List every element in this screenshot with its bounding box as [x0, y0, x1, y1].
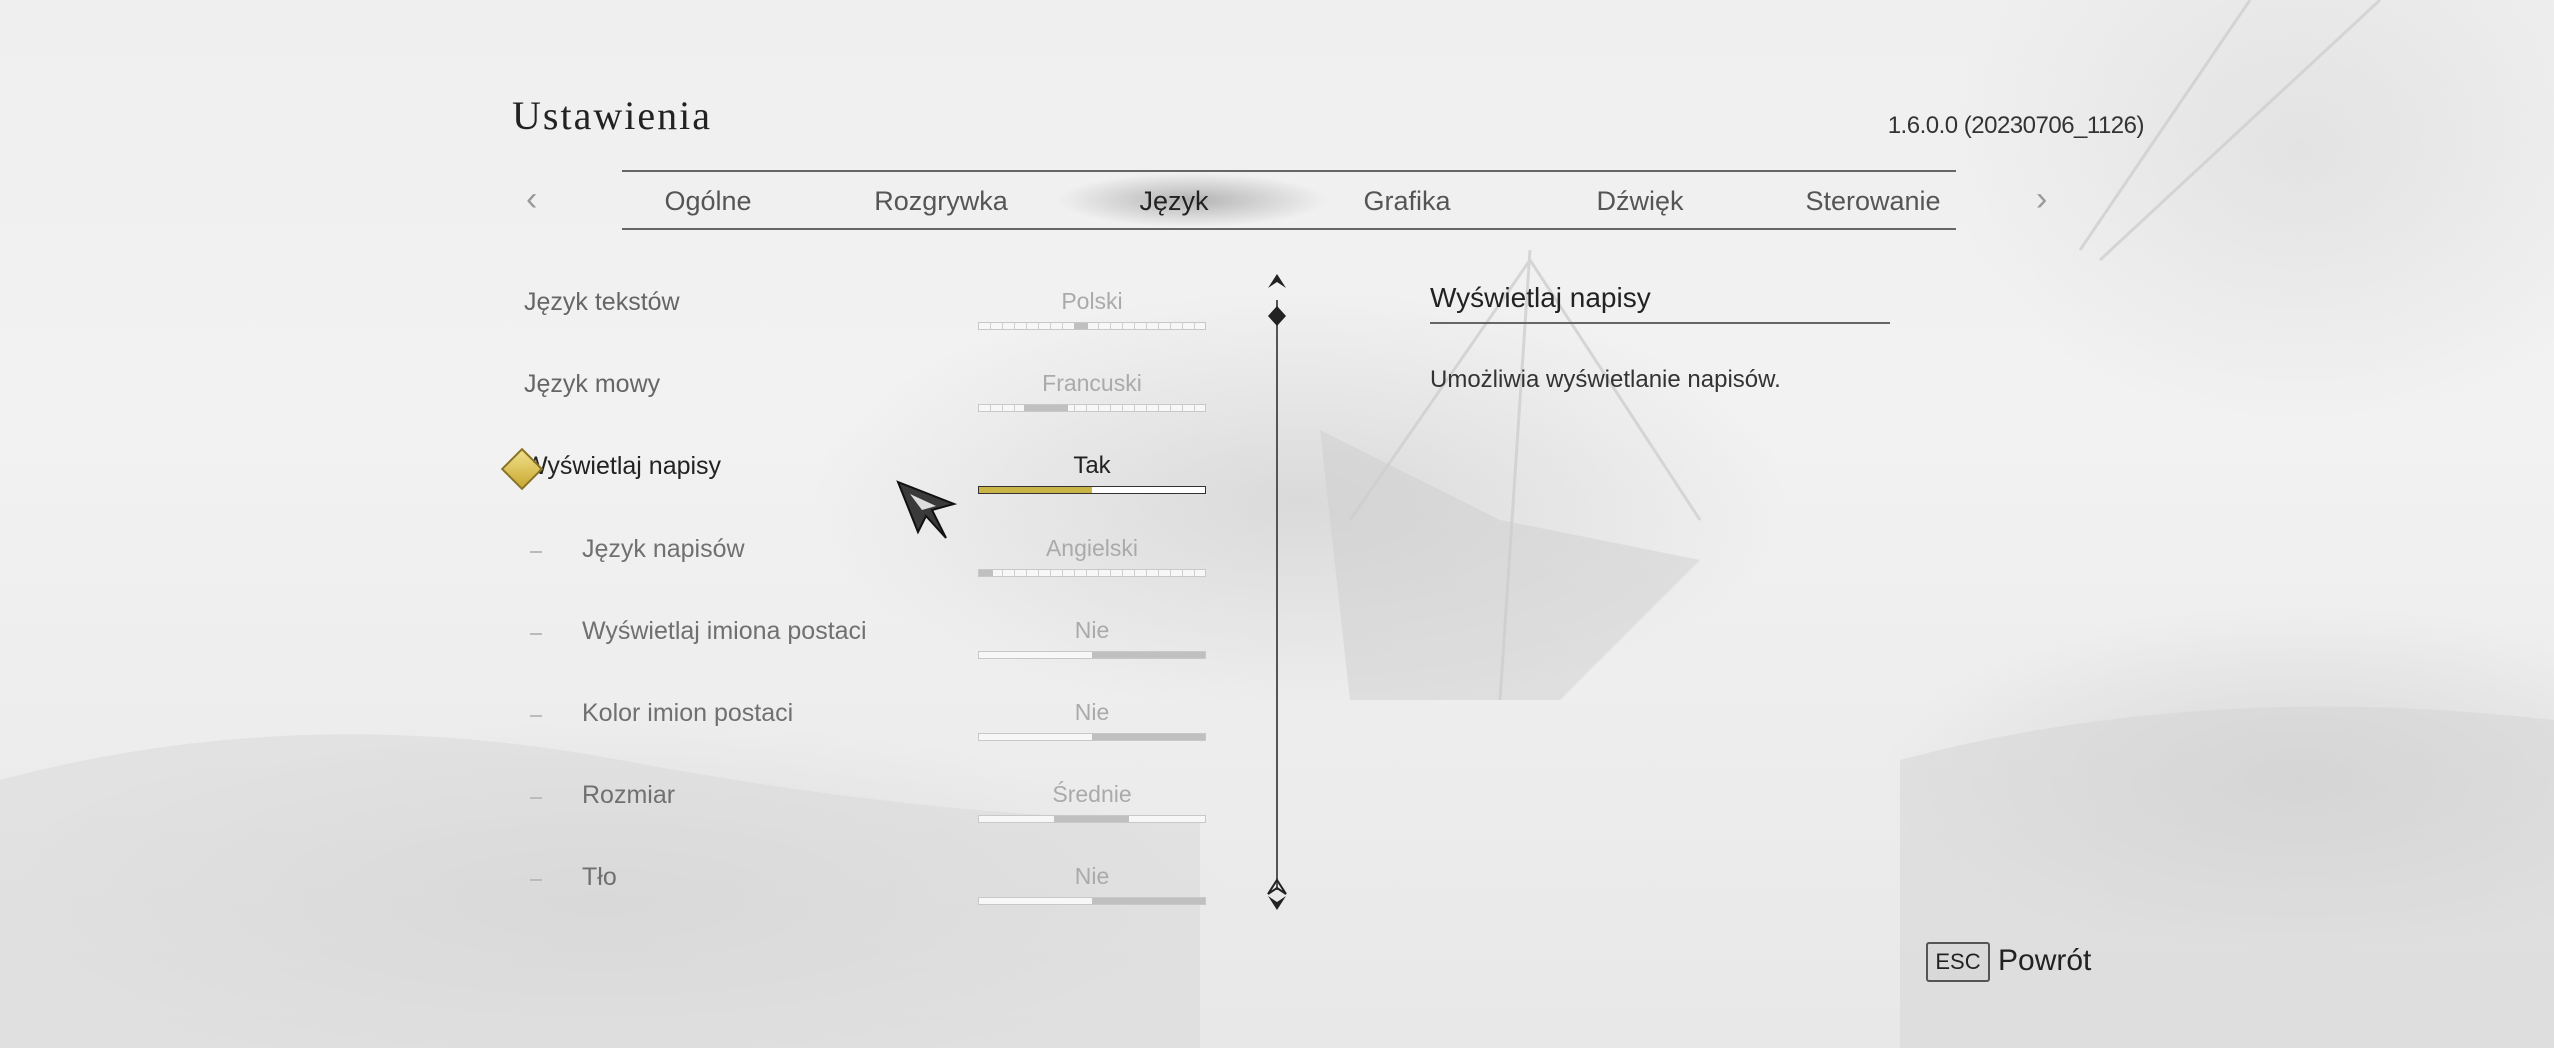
setting-value[interactable]: Nie [977, 863, 1207, 890]
setting-slider[interactable] [978, 733, 1206, 741]
setting-label[interactable]: Wyświetlaj napisy [524, 452, 721, 481]
scroll-up-icon[interactable] [1264, 272, 1290, 328]
back-button[interactable]: Powrót [1998, 944, 2091, 978]
tab-audio[interactable]: Dźwięk [1596, 186, 1683, 217]
tab-graphics[interactable]: Grafika [1363, 186, 1450, 217]
setting-value[interactable]: Francuski [977, 370, 1207, 397]
slider-fill [1092, 898, 1205, 904]
setting-value[interactable]: Nie [977, 617, 1207, 644]
tab-language[interactable]: Język [1139, 186, 1208, 217]
slider-ticks [979, 405, 1205, 411]
sub-option-indicator [530, 715, 542, 717]
setting-value[interactable]: Polski [977, 288, 1207, 315]
chevron-right-icon[interactable]: › [2036, 180, 2047, 219]
tab-bar: Ogólne Rozgrywka Język Grafika Dźwięk St… [622, 170, 1956, 230]
description-divider [1430, 322, 1890, 324]
setting-label[interactable]: Kolor imion postaci [582, 699, 793, 728]
version-label: 1.6.0.0 (20230706_1126) [1887, 112, 2145, 139]
setting-label[interactable]: Rozmiar [582, 781, 675, 810]
slider-fill [1024, 405, 1068, 411]
slider-ticks [979, 323, 1205, 329]
scroll-down-icon[interactable] [1264, 878, 1290, 912]
setting-label[interactable]: Język tekstów [524, 288, 680, 317]
description-text: Umożliwia wyświetlanie napisów. [1430, 366, 1781, 393]
setting-slider[interactable] [978, 651, 1206, 659]
setting-slider[interactable] [978, 569, 1206, 577]
slider-fill [1074, 323, 1088, 329]
tab-general[interactable]: Ogólne [664, 186, 751, 217]
setting-slider[interactable] [978, 486, 1206, 494]
slider-fill [1092, 734, 1205, 740]
sub-option-indicator [530, 879, 542, 881]
setting-label[interactable]: Język mowy [524, 370, 660, 399]
slider-fill [979, 487, 1092, 493]
setting-slider[interactable] [978, 404, 1206, 412]
slider-fill [1054, 816, 1129, 822]
setting-label[interactable]: Wyświetlaj imiona postaci [582, 617, 867, 646]
setting-slider[interactable] [978, 897, 1206, 905]
scrollbar-track[interactable] [1276, 300, 1278, 890]
page-title: Ustawienia [512, 93, 712, 138]
sub-option-indicator [530, 551, 542, 553]
slider-fill [1092, 652, 1205, 658]
description-title: Wyświetlaj napisy [1430, 282, 1651, 313]
tab-controls[interactable]: Sterowanie [1805, 186, 1940, 217]
chevron-left-icon[interactable]: ‹ [526, 180, 537, 219]
arrow-cursor-icon [896, 480, 958, 539]
setting-label[interactable]: Język napisów [582, 535, 745, 564]
setting-value[interactable]: Angielski [977, 535, 1207, 562]
setting-value[interactable]: Nie [977, 699, 1207, 726]
setting-label[interactable]: Tło [582, 863, 617, 892]
setting-value[interactable]: Średnie [977, 781, 1207, 808]
tab-gameplay[interactable]: Rozgrywka [874, 186, 1008, 217]
sub-option-indicator [530, 797, 542, 799]
setting-value[interactable]: Tak [977, 452, 1207, 480]
esc-key-icon[interactable]: ESC [1926, 942, 1990, 982]
setting-slider[interactable] [978, 322, 1206, 330]
sub-option-indicator [530, 633, 542, 635]
slider-ticks [979, 570, 1205, 576]
setting-slider[interactable] [978, 815, 1206, 823]
slider-fill [979, 570, 993, 576]
